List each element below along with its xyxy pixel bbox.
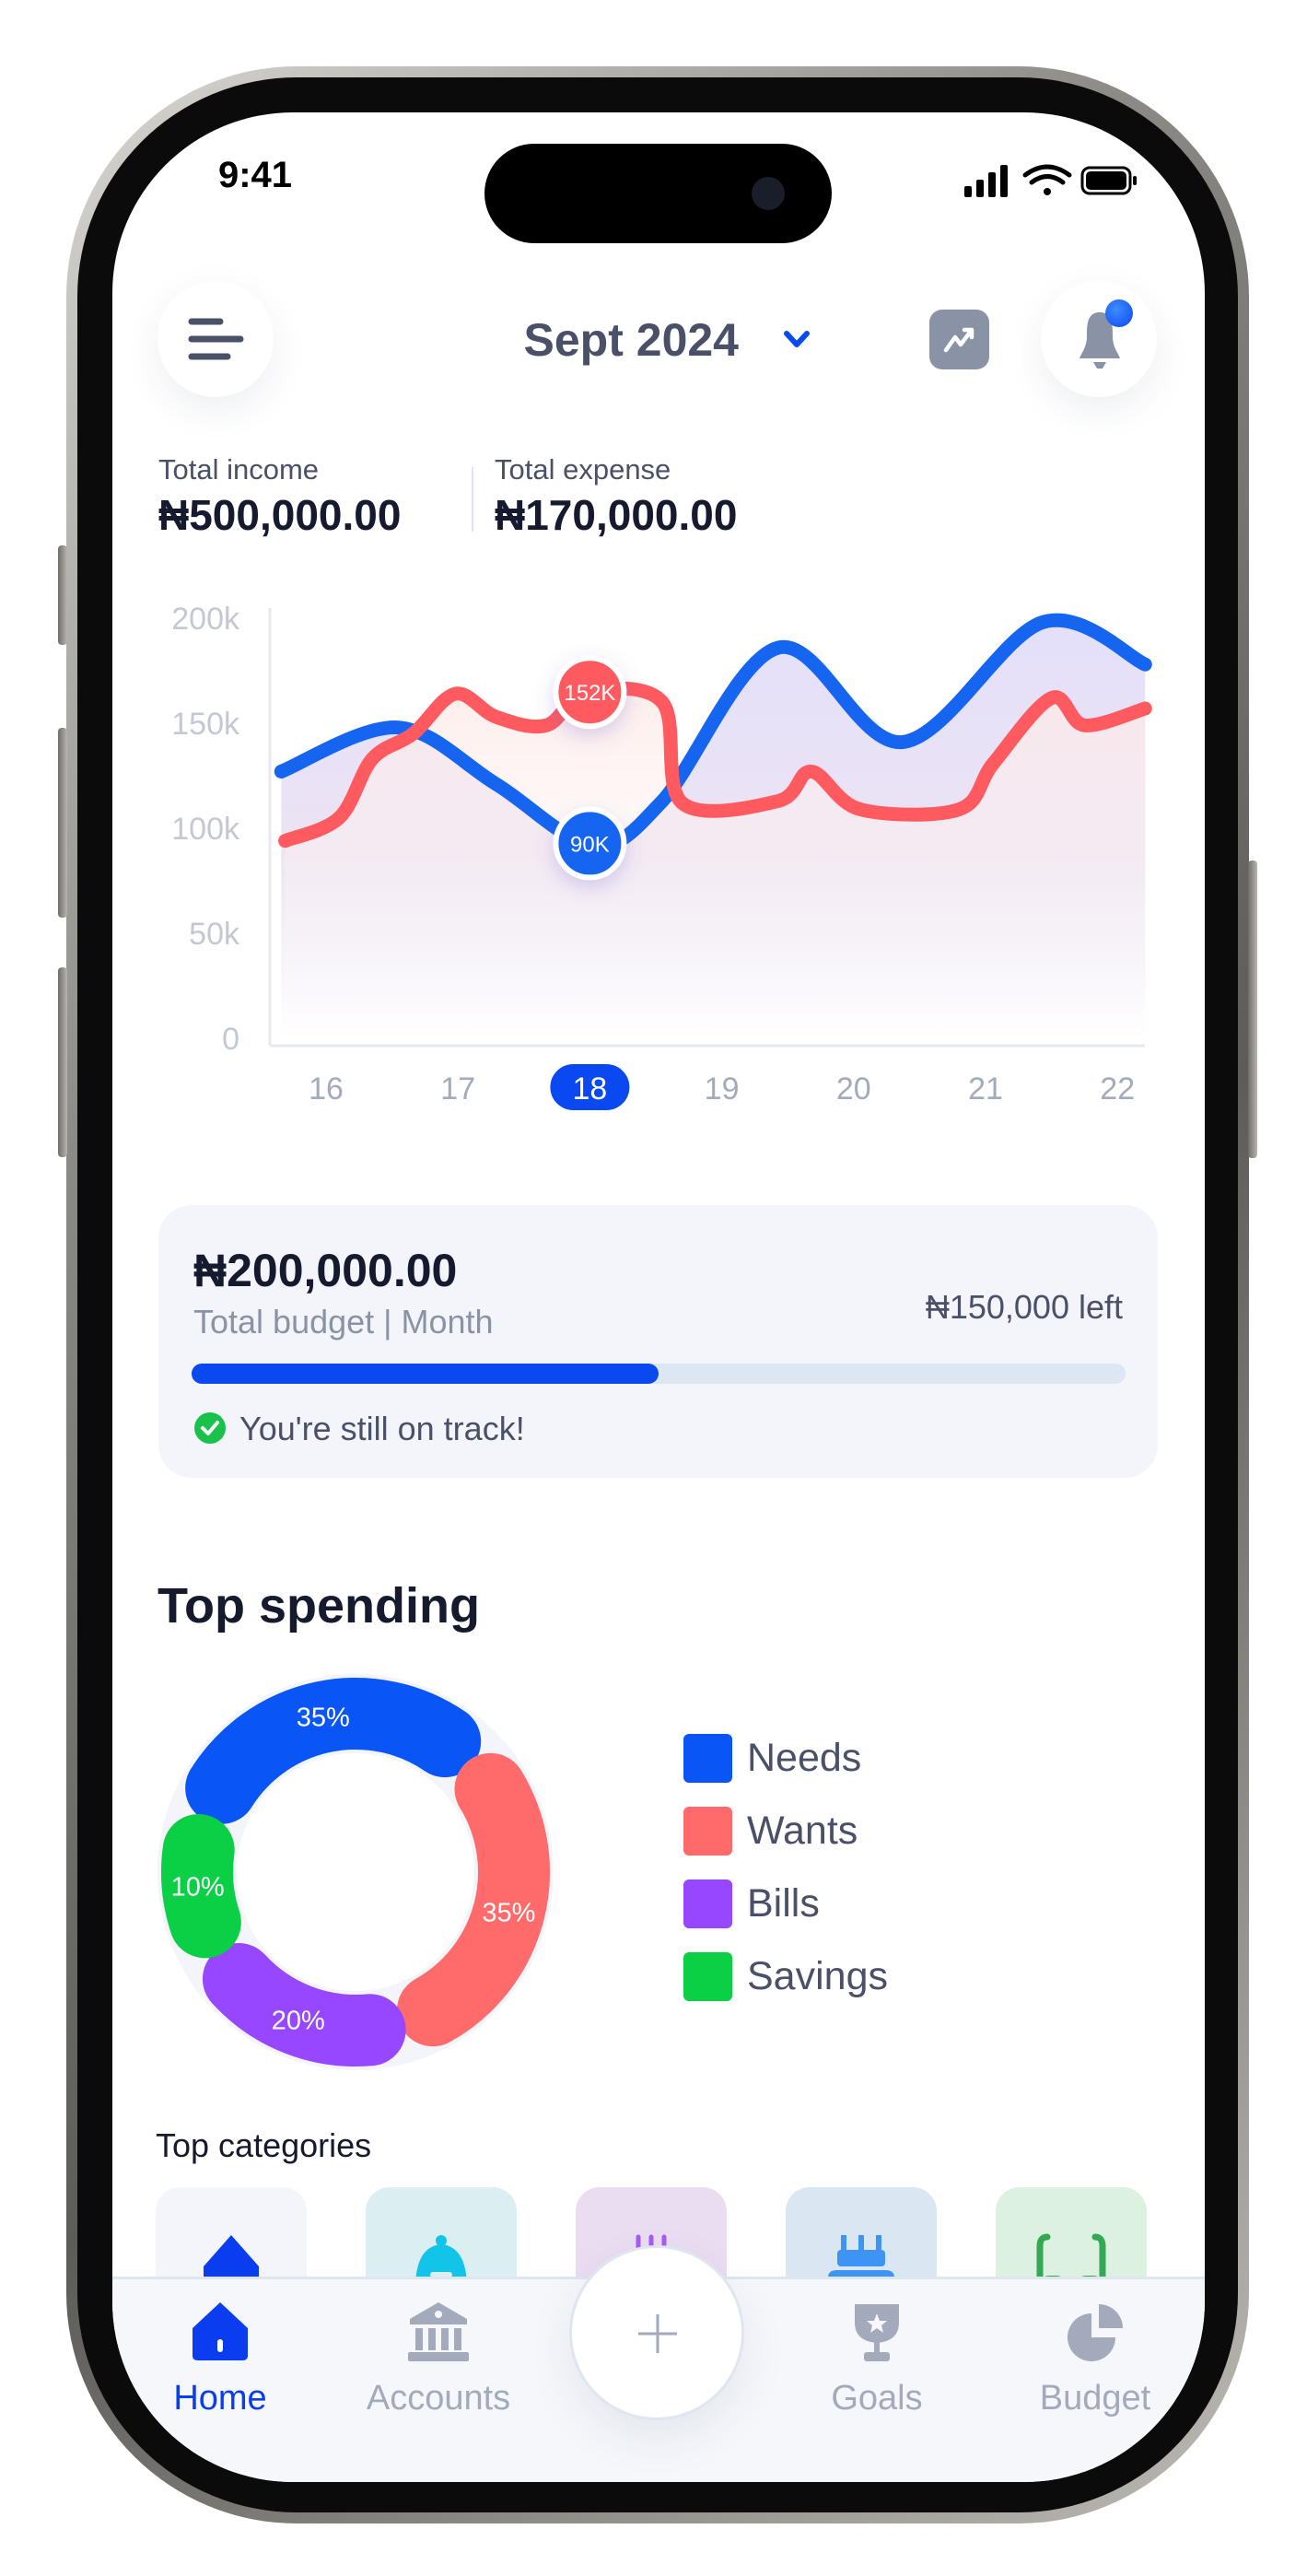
plus-icon bbox=[638, 2314, 677, 2353]
legend-swatch bbox=[683, 1879, 732, 1928]
nav-label: Goals bbox=[831, 2379, 923, 2418]
x-tick-label[interactable]: 18 bbox=[572, 1071, 607, 1107]
x-tick-label[interactable]: 21 bbox=[968, 1071, 1003, 1107]
budget-progress-bar bbox=[192, 1364, 1126, 1384]
legend-label: Bills bbox=[747, 1881, 820, 1926]
x-tick-label[interactable]: 19 bbox=[705, 1071, 740, 1107]
data-point-label: 152K bbox=[564, 681, 615, 706]
donut-segment-label: 10% bbox=[171, 1873, 225, 1903]
budget-remaining: ₦150,000 left bbox=[925, 1288, 1123, 1326]
x-tick-label[interactable]: 20 bbox=[836, 1071, 871, 1107]
top-spending-title: Top spending bbox=[158, 1578, 480, 1633]
legend-savings: Savings bbox=[683, 1952, 888, 2001]
home-icon bbox=[193, 2302, 248, 2360]
spending-donut[interactable]: 35% 35% 20% 10% bbox=[153, 1669, 558, 2075]
legend-label: Savings bbox=[747, 1954, 888, 1998]
screen: 9:41 Sept 2024 Total income ₦500,000.00 … bbox=[112, 112, 1205, 2482]
data-point-label: 90K bbox=[570, 832, 610, 857]
x-tick-label[interactable]: 17 bbox=[440, 1071, 475, 1107]
legend-bills: Bills bbox=[683, 1879, 888, 1928]
donut-segment-label: 35% bbox=[482, 1898, 535, 1927]
legend-needs: Needs bbox=[683, 1734, 888, 1783]
legend-swatch bbox=[683, 1952, 732, 2001]
donut-segment-label: 20% bbox=[272, 2006, 325, 2035]
nav-label: Accounts bbox=[366, 2379, 511, 2418]
legend-label: Needs bbox=[747, 1736, 862, 1780]
y-tick-label: 200k bbox=[171, 602, 240, 637]
nav-goals[interactable]: Goals bbox=[785, 2301, 969, 2418]
budget-progress-fill bbox=[192, 1364, 659, 1384]
legend-wants: Wants bbox=[683, 1807, 888, 1856]
y-tick-label: 150k bbox=[171, 707, 240, 742]
nav-budget[interactable]: Budget bbox=[1003, 2301, 1187, 2418]
action-button bbox=[58, 545, 67, 645]
y-tick-label: 100k bbox=[171, 812, 240, 847]
y-tick-label: 0 bbox=[222, 1022, 239, 1057]
legend-swatch bbox=[683, 1807, 732, 1856]
budget-card[interactable]: ₦200,000.00 Total budget | Month ₦150,00… bbox=[158, 1205, 1158, 1478]
nav-home[interactable]: Home bbox=[128, 2301, 312, 2418]
budget-period-label: Total budget | Month bbox=[193, 1303, 494, 1341]
check-circle-icon bbox=[194, 1412, 226, 1444]
volume-down-button bbox=[58, 967, 67, 1157]
add-transaction-button[interactable] bbox=[569, 2245, 744, 2420]
top-categories-title: Top categories bbox=[156, 2126, 372, 2164]
pie-chart-icon bbox=[1068, 2304, 1123, 2361]
trophy-icon bbox=[855, 2304, 899, 2361]
nav-label: Home bbox=[173, 2379, 267, 2418]
legend-swatch bbox=[683, 1734, 732, 1783]
y-tick-label: 50k bbox=[189, 917, 240, 952]
income-expense-chart: 200k 150k 100k 50k 0 90K 152K 16 17 18 19 20 21 22 bbox=[171, 602, 1152, 1110]
legend-label: Wants bbox=[747, 1809, 858, 1853]
bank-icon bbox=[408, 2302, 469, 2361]
volume-up-button bbox=[58, 728, 67, 918]
x-tick-label[interactable]: 22 bbox=[1100, 1071, 1135, 1107]
power-button bbox=[1248, 861, 1257, 1158]
nav-accounts[interactable]: Accounts bbox=[346, 2301, 531, 2418]
spending-legend: Needs Wants Bills Savings bbox=[683, 1734, 888, 2001]
budget-status: You're still on track! bbox=[239, 1410, 525, 1447]
nav-label: Budget bbox=[1039, 2379, 1151, 2418]
x-tick-label[interactable]: 16 bbox=[309, 1071, 344, 1107]
budget-amount: ₦200,000.00 bbox=[193, 1245, 458, 1296]
donut-segment-label: 35% bbox=[297, 1704, 350, 1733]
